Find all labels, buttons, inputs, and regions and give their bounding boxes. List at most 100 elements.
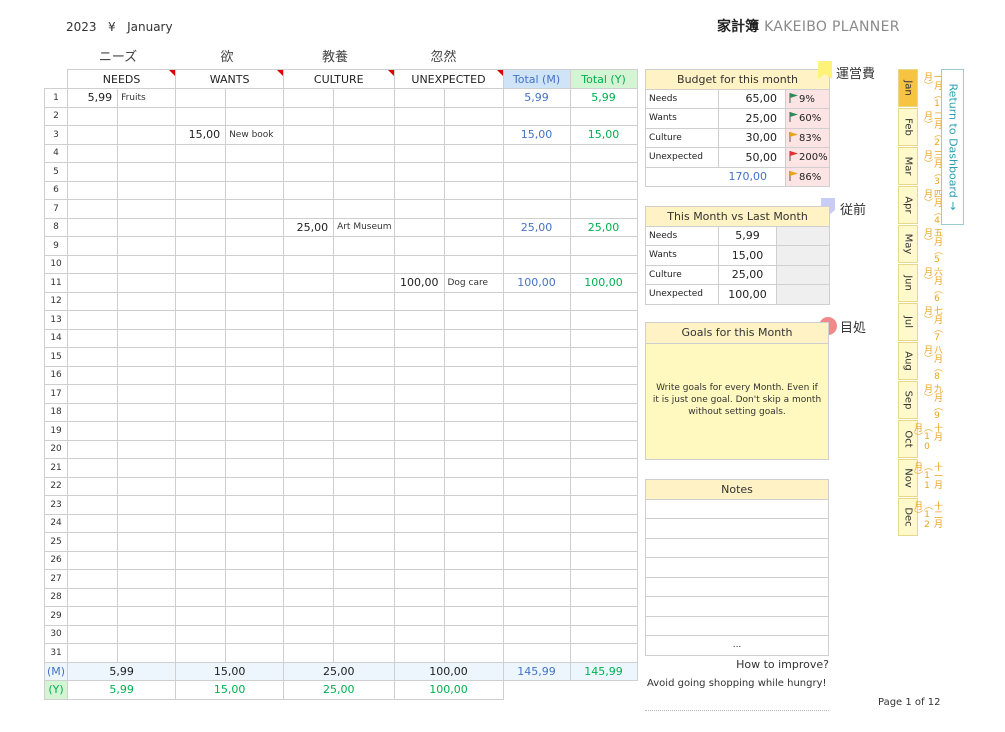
amount-cell[interactable] [283, 513, 335, 533]
description-cell[interactable] [333, 291, 395, 311]
amount-cell[interactable] [67, 273, 119, 293]
amount-cell[interactable] [393, 236, 445, 256]
description-cell[interactable] [443, 587, 504, 607]
amount-cell[interactable] [283, 310, 335, 330]
amount-cell[interactable] [67, 199, 119, 219]
amount-cell[interactable]: 5,99 [67, 88, 119, 108]
description-cell[interactable] [333, 180, 395, 200]
description-cell[interactable] [225, 365, 285, 385]
amount-cell[interactable] [175, 513, 227, 533]
amount-cell[interactable] [175, 310, 227, 330]
amount-cell[interactable] [283, 643, 335, 663]
amount-cell[interactable] [393, 365, 445, 385]
amount-cell[interactable] [175, 402, 227, 422]
amount-cell[interactable] [393, 495, 445, 515]
description-cell[interactable] [117, 217, 177, 237]
notes-line[interactable] [645, 596, 829, 617]
kanji-tab-11[interactable]: 十一月（11月） [912, 462, 942, 500]
description-cell[interactable] [333, 199, 395, 219]
description-cell[interactable] [443, 550, 504, 570]
description-cell[interactable] [117, 143, 177, 163]
amount-cell[interactable] [175, 458, 227, 478]
amount-cell[interactable] [393, 384, 445, 404]
amount-cell[interactable] [393, 310, 445, 330]
amount-cell[interactable] [393, 439, 445, 459]
description-cell[interactable] [443, 106, 504, 126]
amount-cell[interactable] [393, 476, 445, 496]
description-cell[interactable] [443, 624, 504, 644]
amount-cell[interactable] [67, 328, 119, 348]
description-cell[interactable] [443, 291, 504, 311]
description-cell[interactable] [333, 624, 395, 644]
amount-cell[interactable] [393, 180, 445, 200]
description-cell[interactable] [443, 476, 504, 496]
description-cell[interactable] [117, 384, 177, 404]
amount-cell[interactable] [283, 254, 335, 274]
amount-cell[interactable] [67, 254, 119, 274]
description-cell[interactable] [225, 532, 285, 552]
kanji-tab-2[interactable]: 二月（2月） [922, 111, 942, 149]
amount-cell[interactable] [67, 550, 119, 570]
tab-jan[interactable]: Jan [898, 69, 918, 107]
amount-cell[interactable] [393, 199, 445, 219]
description-cell[interactable] [117, 254, 177, 274]
amount-cell[interactable] [283, 328, 335, 348]
description-cell[interactable] [117, 291, 177, 311]
description-cell[interactable] [443, 495, 504, 515]
description-cell[interactable] [225, 495, 285, 515]
amount-cell[interactable] [67, 236, 119, 256]
description-cell[interactable] [117, 587, 177, 607]
description-cell[interactable] [225, 421, 285, 441]
amount-cell[interactable] [283, 476, 335, 496]
description-cell[interactable] [333, 125, 395, 145]
amount-cell[interactable] [283, 180, 335, 200]
amount-cell[interactable] [175, 162, 227, 182]
description-cell[interactable] [225, 254, 285, 274]
amount-cell[interactable] [175, 550, 227, 570]
amount-cell[interactable] [67, 458, 119, 478]
amount-cell[interactable] [67, 587, 119, 607]
notes-line[interactable] [645, 537, 829, 558]
description-cell[interactable] [333, 476, 395, 496]
description-cell[interactable] [117, 236, 177, 256]
amount-cell[interactable] [67, 180, 119, 200]
amount-cell[interactable] [175, 143, 227, 163]
amount-cell[interactable] [283, 495, 335, 515]
amount-cell[interactable] [283, 384, 335, 404]
amount-cell[interactable] [393, 569, 445, 589]
budget-value[interactable]: 30,00 [718, 127, 786, 148]
description-cell[interactable] [443, 180, 504, 200]
amount-cell[interactable] [283, 88, 335, 108]
amount-cell[interactable] [67, 643, 119, 663]
description-cell[interactable] [333, 439, 395, 459]
budget-value[interactable]: 50,00 [718, 147, 786, 168]
amount-cell[interactable] [393, 513, 445, 533]
tab-apr[interactable]: Apr [898, 186, 918, 224]
description-cell[interactable] [225, 402, 285, 422]
description-cell[interactable] [443, 199, 504, 219]
description-cell[interactable] [225, 606, 285, 626]
description-cell[interactable] [333, 347, 395, 367]
description-cell[interactable] [117, 402, 177, 422]
kanji-tab-7[interactable]: 七月（7月） [922, 306, 942, 344]
amount-cell[interactable]: 15,00 [175, 125, 227, 145]
amount-cell[interactable] [393, 88, 445, 108]
amount-cell[interactable] [175, 643, 227, 663]
description-cell[interactable] [117, 162, 177, 182]
description-cell[interactable] [333, 254, 395, 274]
kanji-tab-6[interactable]: 六月（6月） [922, 267, 942, 305]
description-cell[interactable] [225, 310, 285, 330]
description-cell[interactable] [117, 550, 177, 570]
amount-cell[interactable] [393, 291, 445, 311]
description-cell[interactable] [333, 236, 395, 256]
description-cell[interactable]: Art Museum [333, 217, 395, 237]
description-cell[interactable] [333, 513, 395, 533]
description-cell[interactable] [225, 458, 285, 478]
description-cell[interactable] [443, 143, 504, 163]
description-cell[interactable] [225, 199, 285, 219]
description-cell[interactable] [117, 643, 177, 663]
description-cell[interactable] [225, 587, 285, 607]
description-cell[interactable] [225, 236, 285, 256]
amount-cell[interactable] [283, 347, 335, 367]
description-cell[interactable] [117, 365, 177, 385]
